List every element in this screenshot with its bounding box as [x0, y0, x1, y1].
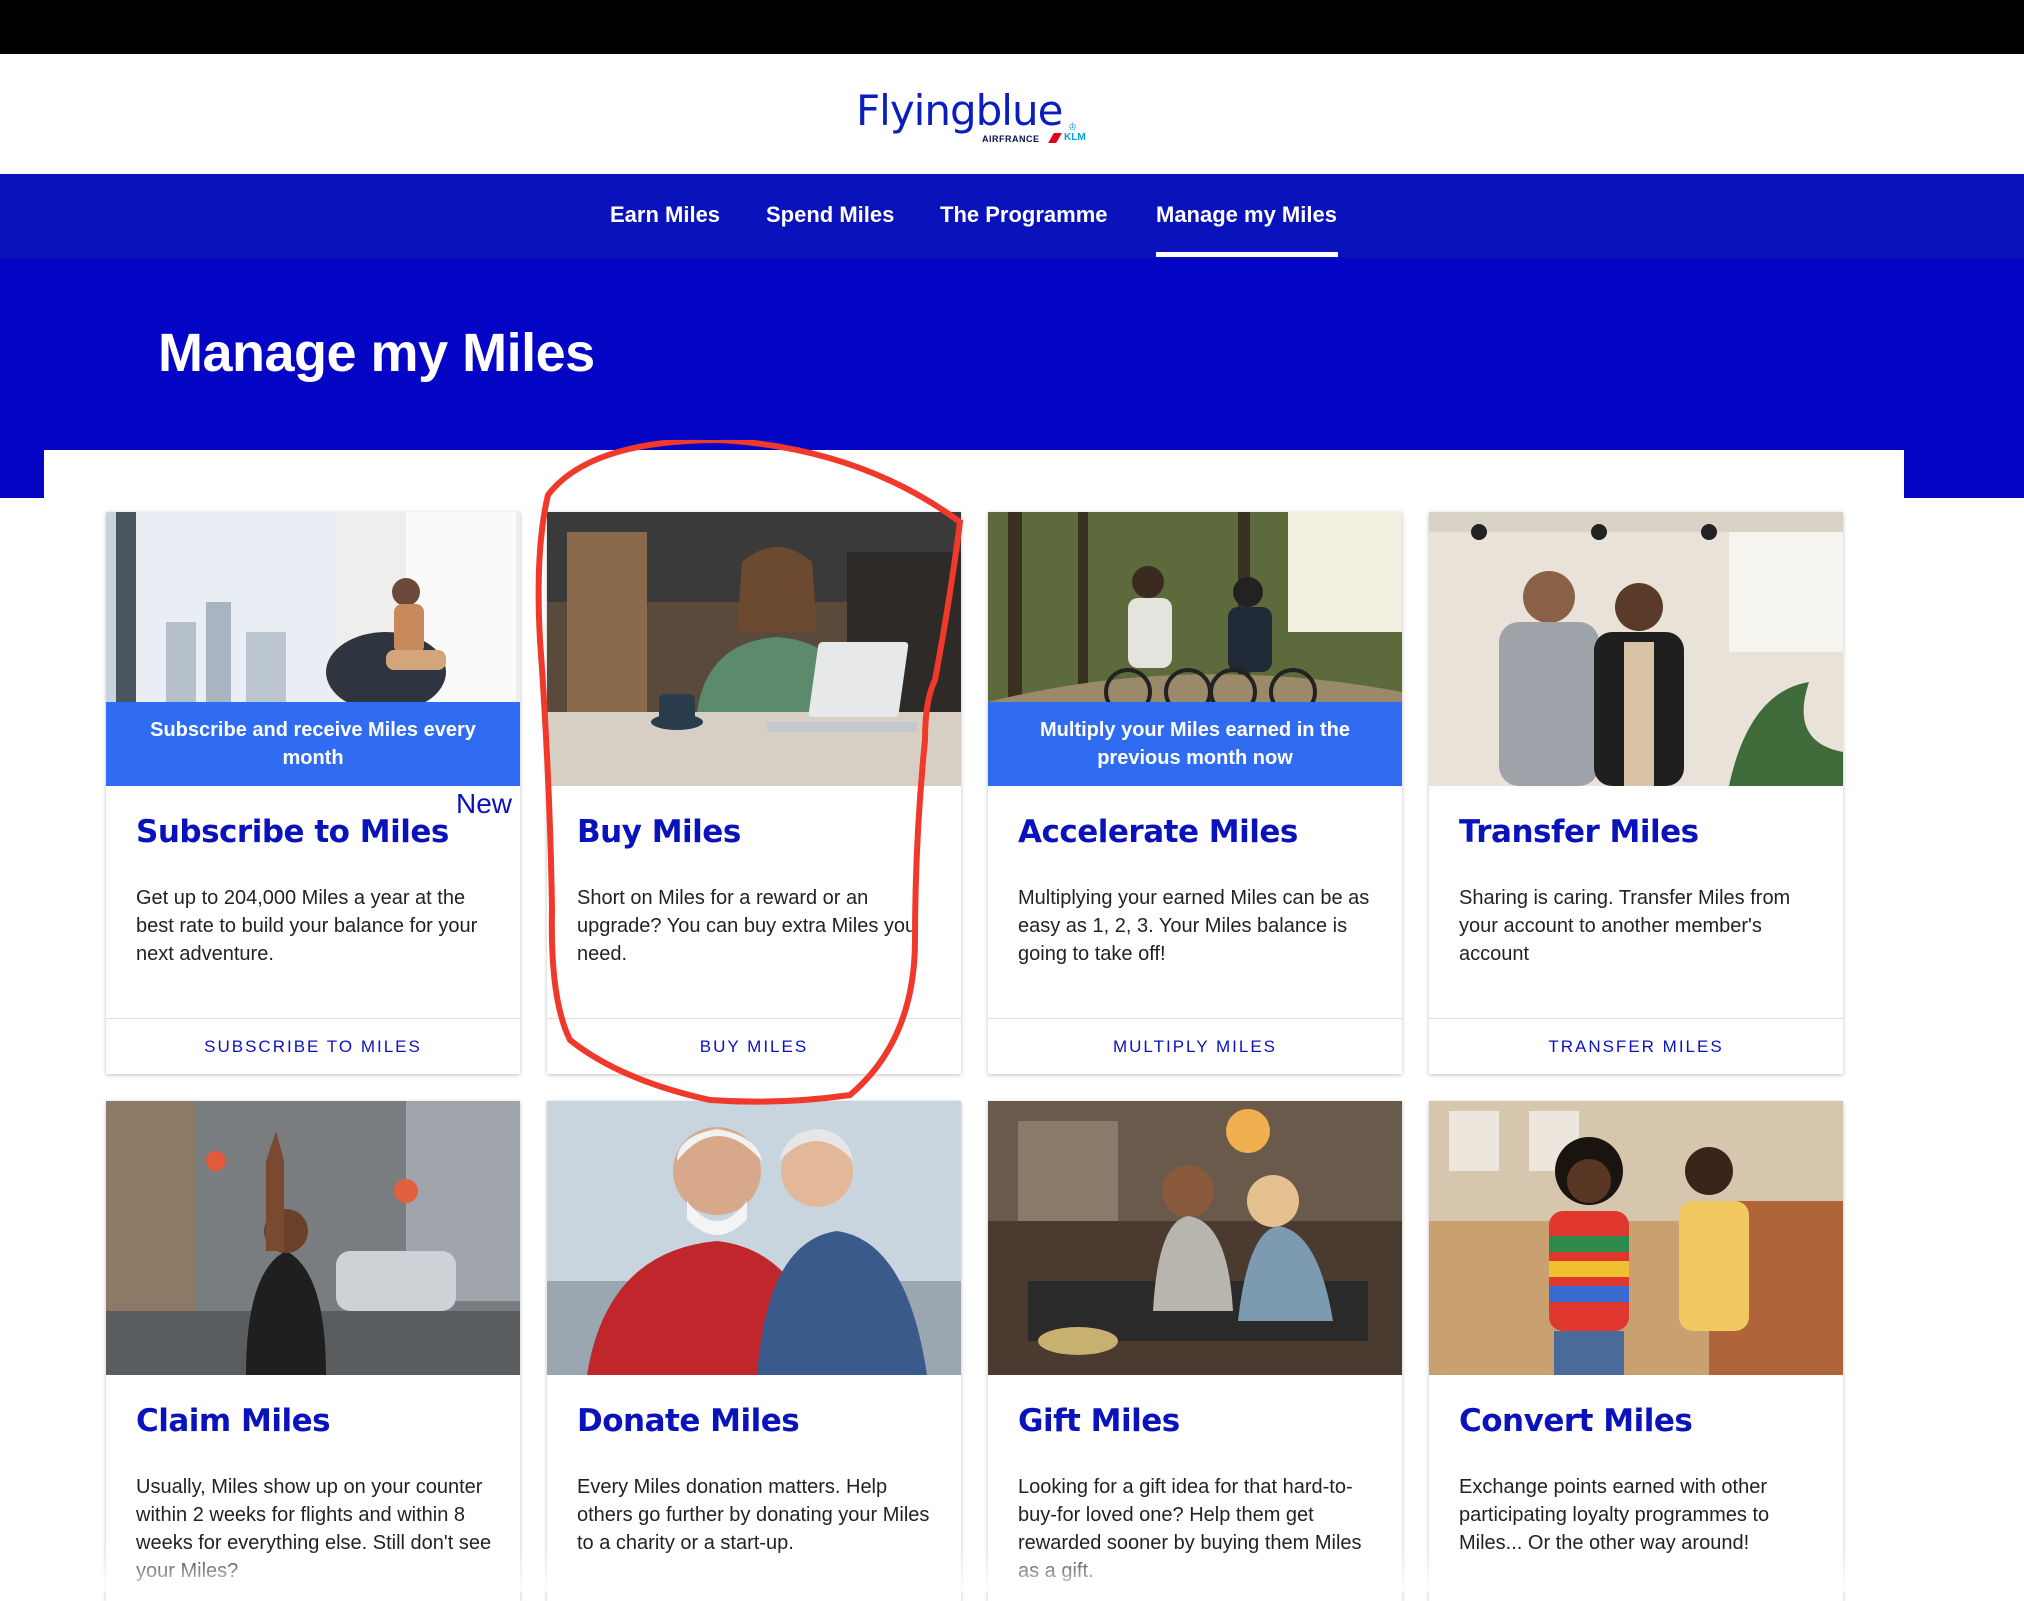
- new-badge: New: [455, 788, 512, 819]
- card-image-elderly-couple: [547, 1101, 961, 1375]
- card-title[interactable]: Transfer Miles: [1459, 814, 1699, 850]
- card-title[interactable]: Subscribe to Miles: [136, 814, 449, 850]
- card-title[interactable]: Buy Miles: [577, 814, 741, 850]
- card-title[interactable]: Convert Miles: [1459, 1403, 1693, 1439]
- logo-airfrance: AIRFRANCE: [982, 134, 1040, 144]
- card-buy-miles: Buy Miles Short on Miles for a reward or…: [547, 512, 961, 1074]
- card-description: Get up to 204,000 Miles a year at the be…: [136, 887, 478, 965]
- subscribe-to-miles-button[interactable]: SUBSCRIBE TO MILES: [106, 1018, 520, 1074]
- card-description: Every Miles donation matters. Help other…: [577, 1476, 930, 1554]
- logo-klm: KLM: [1064, 132, 1086, 143]
- card-image-woman-headphones: Subscribe and receive Miles every month: [106, 512, 520, 786]
- bottom-fade: [0, 1548, 2024, 1592]
- multiply-miles-button[interactable]: MULTIPLY MILES: [988, 1018, 1402, 1074]
- nav-active-indicator: [1156, 252, 1338, 257]
- card-transfer-miles: Transfer Miles Sharing is caring. Transf…: [1429, 512, 1843, 1074]
- card-image-two-women: [1429, 1101, 1843, 1375]
- page-title: Manage my Miles: [158, 323, 595, 383]
- buy-miles-button[interactable]: BUY MILES: [547, 1018, 961, 1074]
- card-title[interactable]: Gift Miles: [1018, 1403, 1180, 1439]
- card-description: Multiplying your earned Miles can be as …: [1018, 887, 1370, 965]
- nav-earn-miles[interactable]: Earn Miles: [610, 202, 720, 228]
- card-image-people-phones: [1429, 512, 1843, 786]
- card-description: Exchange points earned with other partic…: [1459, 1476, 1770, 1554]
- card-accelerate-miles: Multiply your Miles earned in the previo…: [988, 512, 1402, 1074]
- card-claim-miles[interactable]: Claim Miles Usually, Miles show up on yo…: [106, 1101, 520, 1601]
- transfer-miles-button[interactable]: TRANSFER MILES: [1429, 1018, 1843, 1074]
- card-image-woman-laptop: [547, 512, 961, 786]
- nav-spend-miles[interactable]: Spend Miles: [766, 202, 894, 228]
- card-image-friends-sofa: [988, 1101, 1402, 1375]
- card-image-woman-waving: [106, 1101, 520, 1375]
- card-title[interactable]: Donate Miles: [577, 1403, 800, 1439]
- card-subscribe-miles: Subscribe and receive Miles every month …: [106, 512, 520, 1074]
- card-banner: Multiply your Miles earned in the previo…: [988, 702, 1402, 786]
- card-banner: Subscribe and receive Miles every month: [106, 702, 520, 786]
- main-nav: Earn Miles Spend Miles The Programme Man…: [0, 174, 2024, 258]
- card-title[interactable]: Accelerate Miles: [1018, 814, 1298, 850]
- card-convert-miles[interactable]: Convert Miles Exchange points earned wit…: [1429, 1101, 1843, 1601]
- nav-the-programme[interactable]: The Programme: [940, 202, 1108, 228]
- card-title[interactable]: Claim Miles: [136, 1403, 331, 1439]
- flyingblue-logo[interactable]: Flyingblue AIRFRANCE ♔ KLM: [856, 86, 1096, 146]
- card-gift-miles[interactable]: Gift Miles Looking for a gift idea for t…: [988, 1101, 1402, 1601]
- card-description: Short on Miles for a reward or an upgrad…: [577, 887, 917, 965]
- card-image-cyclists: Multiply your Miles earned in the previo…: [988, 512, 1402, 786]
- card-description: Sharing is caring. Transfer Miles from y…: [1459, 887, 1791, 965]
- card-donate-miles[interactable]: Donate Miles Every Miles donation matter…: [547, 1101, 961, 1601]
- nav-manage-my-miles[interactable]: Manage my Miles: [1156, 202, 1337, 228]
- site-header: Flyingblue AIRFRANCE ♔ KLM: [0, 54, 2024, 174]
- logo-wordmark: Flyingblue: [856, 86, 1063, 135]
- browser-top-bar: [0, 0, 2024, 54]
